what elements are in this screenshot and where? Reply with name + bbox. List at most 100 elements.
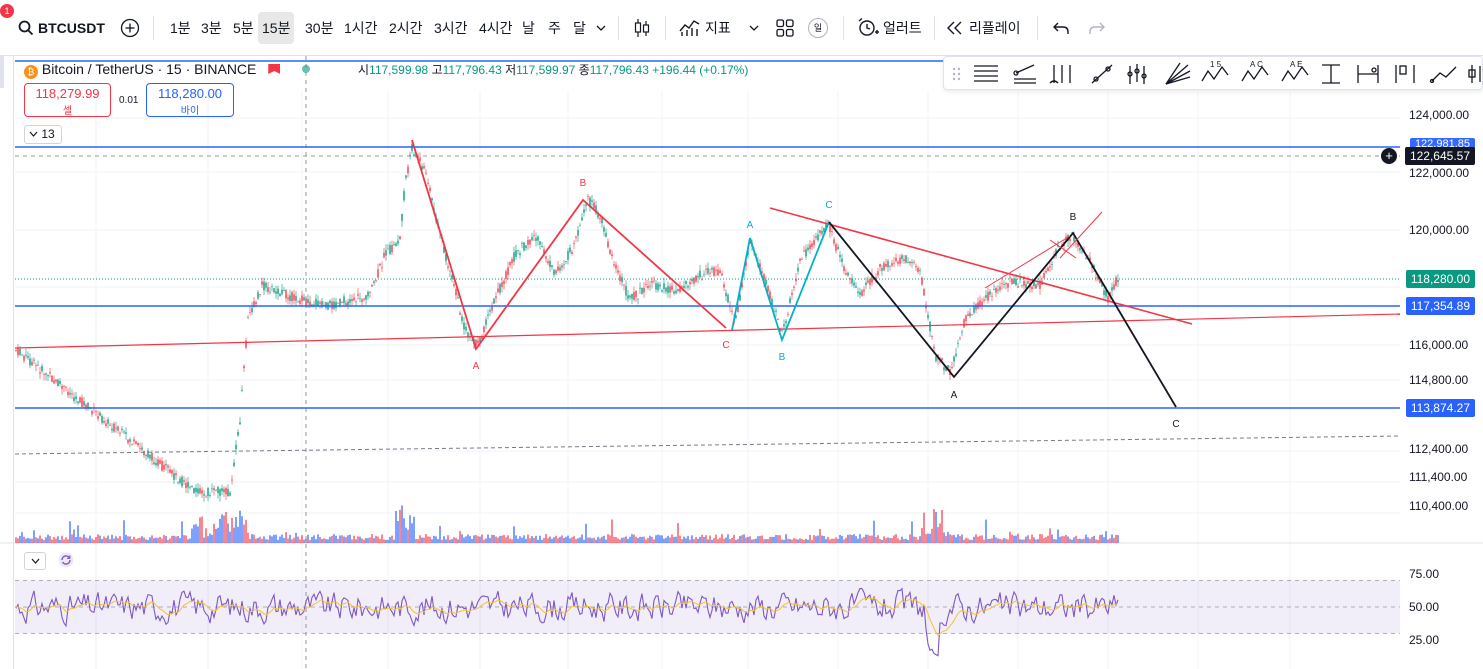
candle-body [325,302,327,308]
candle-body [955,353,957,356]
volume-bar [309,539,311,543]
indicators-collapse-button[interactable]: 13 [24,125,62,144]
trend-line-icon[interactable] [1091,64,1113,84]
candle-body [957,343,959,344]
bars-pattern-icon[interactable] [1468,65,1481,83]
templates-badge[interactable]: 일 [808,18,828,38]
layouts-button[interactable] [776,13,794,43]
ohlc-values: 시117,599.98 고117,796.43 저117,599.97 종117… [358,61,748,78]
indicators-dropdown[interactable] [749,13,759,43]
fib-retracement-icon[interactable] [974,65,998,82]
candle-body [381,267,383,269]
candle-body [1117,279,1119,283]
horizontal-measure-icon[interactable] [1357,65,1379,83]
candle-body [339,298,341,307]
candle-body [531,236,533,241]
candle-body [63,385,65,387]
candle-body [429,187,431,192]
wave-abcde-icon[interactable]: A E [1281,60,1309,82]
drag-handle-icon[interactable] [952,67,961,81]
volume-bar [1105,531,1107,543]
wave-abc-icon[interactable]: A C [1241,60,1269,82]
candle-body [395,243,397,247]
candle-body [1009,277,1011,279]
vertical-measure-icon[interactable] [1322,64,1340,84]
candle-body [419,157,421,161]
candle-body [999,286,1001,291]
timeframe-11[interactable]: 달 [569,12,590,44]
volume-bar [817,535,819,543]
candle-body [213,488,215,491]
timeframe-5[interactable]: 1시간 [340,12,382,44]
volume-bar [769,536,771,543]
timeframe-4[interactable]: 30분 [301,12,337,44]
volume-bar [83,534,85,543]
alert-button[interactable]: 얼러트 [857,13,922,43]
volume-bar [245,519,247,543]
price-chart[interactable]: B A C A B C A B C [0,56,1483,669]
wave-12345-icon[interactable]: 1 5 [1201,60,1229,82]
redo-button[interactable] [1088,13,1106,43]
rsi-refresh-button[interactable] [58,552,78,570]
candle-body [611,254,613,256]
candle-body [1027,281,1029,284]
candle-body [1021,284,1023,286]
candle-body [31,361,33,366]
candle-body [387,248,389,250]
candle-body [259,294,261,295]
replay-button[interactable]: 리플레이 [946,13,1021,43]
candle-body [529,239,531,245]
candle-body [665,287,667,292]
timeframe-2[interactable]: 5분 [229,12,258,44]
volume-bar [823,536,825,543]
volume-bar [117,538,119,543]
volume-bar [557,538,559,543]
path-icon[interactable] [1429,66,1457,84]
candle-body [205,496,207,498]
timeframe-0[interactable]: 1분 [166,12,195,44]
timeframe-3[interactable]: 15분 [258,12,295,44]
sell-button[interactable]: 118,279.99 셀 [24,83,111,117]
timeframe-7[interactable]: 3시간 [430,12,472,44]
candle-body [523,242,525,251]
fan-icon[interactable] [1165,62,1191,85]
notification-badge[interactable]: 1 [0,4,14,18]
volume-bar [1007,539,1009,543]
add-alert-plus-icon[interactable]: + [1381,148,1397,164]
volume-bar [109,539,111,543]
indicators-button[interactable]: 지표 [679,13,731,43]
volume-bar [25,538,27,543]
fib-extension-icon[interactable] [1013,64,1036,84]
pitchfork-icon[interactable] [1049,65,1071,84]
eye-dot-icon[interactable] [302,65,311,73]
candle-body [705,268,707,270]
timeframe-1[interactable]: 3분 [197,12,226,44]
schiff-pitchfork-icon[interactable] [1127,64,1147,84]
volume-bar [93,539,95,543]
volume-bar [441,539,443,543]
symbol-search-button[interactable]: BTCUSDT [18,13,105,43]
low-label: 저 [505,63,517,77]
flag-icon[interactable] [268,64,281,74]
volume-bar [761,535,763,543]
timeframe-10[interactable]: 주 [544,12,565,44]
volume-bar [767,538,769,543]
volume-bar [775,534,777,543]
volume-bar [783,539,785,543]
timeframe-8[interactable]: 4시간 [475,12,517,44]
buy-button[interactable]: 118,280.00 바이 [146,83,234,117]
compare-symbol-button[interactable] [120,13,140,43]
candle-body [879,263,881,267]
volume-bar [519,536,521,543]
symbol-legend[interactable]: ₿ Bitcoin / TetherUS · 15 · BINANCE [24,61,311,79]
timeframe-6[interactable]: 2시간 [385,12,427,44]
timeframe-dropdown[interactable] [596,13,606,43]
rsi-collapse-button[interactable] [24,552,46,570]
chart-type-button[interactable] [632,13,652,43]
candle-body [53,380,55,384]
undo-button[interactable] [1052,13,1070,43]
candle-body [91,410,93,415]
price-range-icon[interactable] [1395,65,1415,83]
close-label: 종 [578,63,590,77]
timeframe-9[interactable]: 날 [518,12,539,44]
